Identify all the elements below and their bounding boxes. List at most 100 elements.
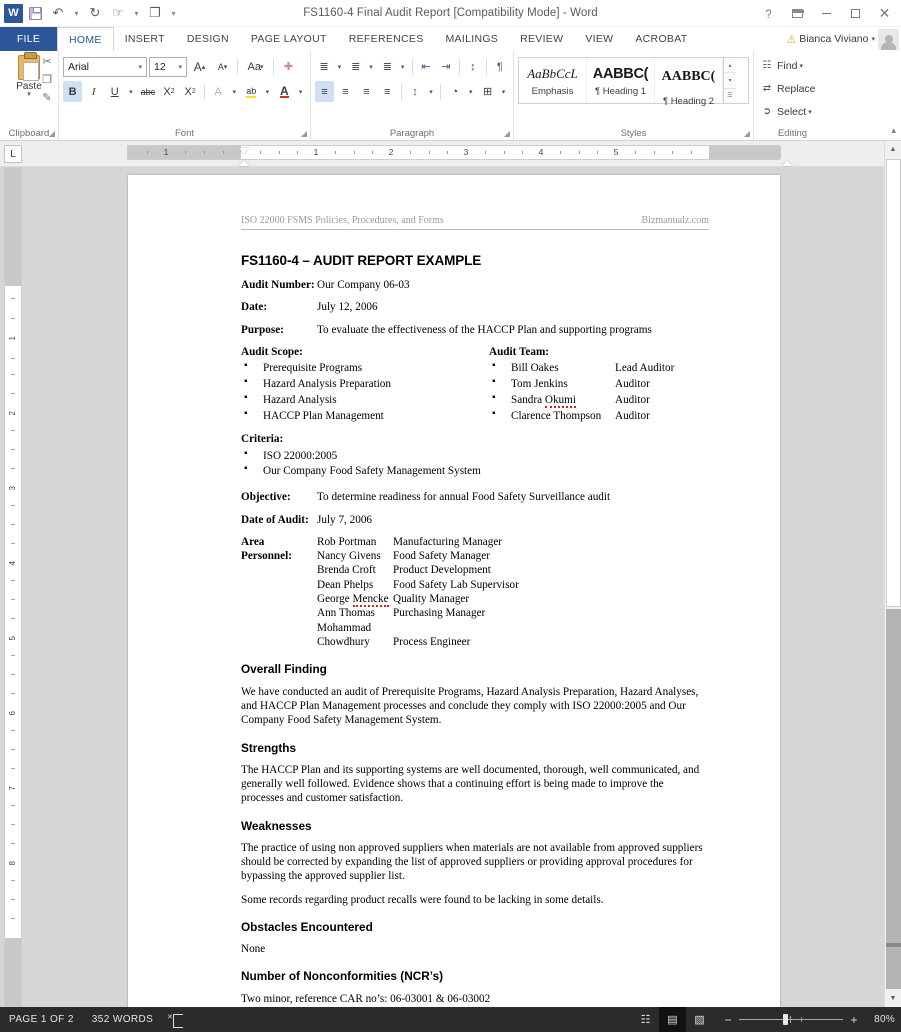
sort-icon[interactable]: ↕ bbox=[464, 56, 482, 77]
bullets-icon[interactable]: ≣ bbox=[315, 56, 333, 77]
tab-insert[interactable]: INSERT bbox=[114, 27, 176, 51]
clear-formatting-icon[interactable]: ✚ bbox=[278, 56, 299, 77]
tab-stop-selector[interactable]: L bbox=[4, 145, 22, 163]
font-color-dropdown-icon[interactable]: ▾ bbox=[296, 81, 306, 102]
scroll-up-icon[interactable]: ▲ bbox=[885, 141, 901, 158]
redo-icon[interactable]: ↻ bbox=[84, 2, 106, 24]
zoom-slider-thumb[interactable] bbox=[783, 1014, 788, 1025]
style-heading-1[interactable]: AABBC( ¶ Heading 1 bbox=[587, 58, 655, 103]
highlight-dropdown-icon[interactable]: ▾ bbox=[263, 81, 273, 102]
shrink-font-icon[interactable]: A ▾ bbox=[212, 56, 233, 77]
show-formatting-marks-icon[interactable]: ¶ bbox=[491, 56, 509, 77]
styles-scroll-down-icon[interactable]: ▾ bbox=[724, 73, 736, 89]
find-dropdown-icon[interactable]: ▾ bbox=[799, 62, 803, 70]
vertical-ruler[interactable]: 1 2 3 4 5 6 7 8 bbox=[4, 167, 22, 1007]
zoom-out-button[interactable]: − bbox=[723, 1013, 733, 1027]
proofing-status[interactable] bbox=[162, 1014, 182, 1025]
chevron-down-icon[interactable]: ▾ bbox=[136, 63, 144, 71]
decrease-indent-icon[interactable]: ⇤ bbox=[417, 56, 435, 77]
shading-dropdown-icon[interactable]: ▾ bbox=[466, 81, 476, 102]
paragraph-dialog-launcher[interactable]: ◢ bbox=[504, 129, 510, 138]
scrollbar-track[interactable] bbox=[886, 609, 901, 989]
minimize-icon[interactable] bbox=[812, 1, 841, 27]
numbering-dropdown-icon[interactable]: ▾ bbox=[367, 56, 377, 77]
cut-icon[interactable]: ✂ bbox=[40, 54, 54, 68]
align-center-icon[interactable]: ≡ bbox=[336, 81, 355, 102]
font-name-input[interactable]: Arial ▾ bbox=[63, 56, 147, 77]
align-right-icon[interactable]: ≡ bbox=[357, 81, 376, 102]
word-count[interactable]: 352 WORDS bbox=[83, 1014, 162, 1025]
tab-references[interactable]: REFERENCES bbox=[338, 27, 435, 51]
touch-dropdown-icon[interactable]: ▾ bbox=[130, 2, 143, 24]
zoom-slider[interactable] bbox=[739, 1014, 843, 1025]
select-dropdown-icon[interactable]: ▾ bbox=[808, 108, 812, 116]
page-content[interactable]: ISO 22000 FSMS Policies, Procedures, and… bbox=[241, 215, 709, 1007]
first-line-indent-marker[interactable] bbox=[239, 148, 249, 154]
undo-dropdown-icon[interactable]: ▾ bbox=[70, 2, 83, 24]
increase-indent-icon[interactable]: ⇥ bbox=[437, 56, 455, 77]
tab-home[interactable]: HOME bbox=[57, 27, 114, 51]
ribbon-options-icon[interactable] bbox=[783, 1, 812, 27]
page-indicator[interactable]: PAGE 1 OF 2 bbox=[0, 1014, 83, 1025]
read-mode-button[interactable]: ☷ bbox=[632, 1007, 659, 1032]
style-emphasis[interactable]: AaBbCcL Emphasis bbox=[519, 58, 587, 103]
clipboard-dialog-launcher[interactable]: ◢ bbox=[49, 129, 55, 138]
font-size-input[interactable]: 12 ▾ bbox=[149, 56, 187, 77]
underline-dropdown-icon[interactable]: ▾ bbox=[126, 81, 136, 102]
close-icon[interactable]: ✕ bbox=[870, 1, 899, 27]
touch-pointer-icon[interactable]: ☞ bbox=[107, 2, 129, 24]
strikethrough-button[interactable]: abc bbox=[138, 81, 157, 102]
document-page[interactable]: ISO 22000 FSMS Policies, Procedures, and… bbox=[128, 175, 780, 1007]
style-heading-2[interactable]: AABBC( ¶ Heading 2 bbox=[655, 58, 723, 107]
tab-mailings[interactable]: MAILINGS bbox=[435, 27, 510, 51]
scrollbar-thumb[interactable] bbox=[886, 159, 901, 607]
undo-icon[interactable]: ↶ bbox=[47, 2, 69, 24]
borders-icon[interactable]: ⊞ bbox=[478, 81, 497, 102]
collapse-ribbon-icon[interactable]: ▴ bbox=[891, 125, 896, 136]
font-dialog-launcher[interactable]: ◢ bbox=[301, 129, 307, 138]
hanging-indent-marker[interactable] bbox=[239, 160, 249, 166]
print-layout-button[interactable]: ▤ bbox=[659, 1007, 686, 1032]
highlight-color-icon[interactable]: ab bbox=[242, 81, 261, 102]
shading-icon[interactable]: ◔ bbox=[445, 81, 464, 102]
subscript-button[interactable]: X2 bbox=[159, 81, 178, 102]
tab-acrobat[interactable]: ACROBAT bbox=[624, 27, 698, 51]
scroll-down-icon[interactable]: ▼ bbox=[885, 990, 901, 1007]
web-layout-button[interactable]: ▧ bbox=[686, 1007, 713, 1032]
text-effects-icon[interactable]: A bbox=[209, 81, 228, 102]
select-button[interactable]: ➲ Select ▾ bbox=[758, 101, 827, 122]
multilevel-list-icon[interactable]: ≣ bbox=[378, 56, 396, 77]
avatar[interactable] bbox=[878, 28, 899, 50]
zoom-in-button[interactable]: + bbox=[849, 1013, 859, 1027]
account-dropdown-icon[interactable]: ▾ bbox=[871, 35, 875, 43]
ruler-track[interactable]: 1 1 2 3 4 5 bbox=[127, 145, 792, 171]
customize-qat-icon[interactable]: ▾ bbox=[167, 2, 180, 24]
horizontal-ruler[interactable]: L 1 1 2 3 4 5 bbox=[0, 141, 901, 171]
multilevel-dropdown-icon[interactable]: ▾ bbox=[398, 56, 408, 77]
text-effects-dropdown-icon[interactable]: ▾ bbox=[230, 81, 240, 102]
numbering-icon[interactable]: ≣ bbox=[347, 56, 365, 77]
justify-icon[interactable]: ≡ bbox=[378, 81, 397, 102]
user-name[interactable]: Bianca Viviano bbox=[799, 33, 868, 45]
replace-button[interactable]: ⇄ Replace bbox=[758, 78, 827, 99]
align-left-icon[interactable]: ≡ bbox=[315, 81, 334, 102]
zoom-level[interactable]: 80% bbox=[865, 1014, 895, 1025]
underline-button[interactable]: U bbox=[105, 81, 124, 102]
help-icon[interactable]: ? bbox=[754, 1, 783, 27]
tab-review[interactable]: REVIEW bbox=[509, 27, 574, 51]
find-button[interactable]: ☷ Find ▾ bbox=[758, 55, 827, 76]
superscript-button[interactable]: X2 bbox=[181, 81, 200, 102]
tab-design[interactable]: DESIGN bbox=[176, 27, 240, 51]
paste-dropdown-icon[interactable]: ▾ bbox=[27, 91, 31, 98]
word-app-icon[interactable]: W bbox=[4, 3, 23, 23]
borders-dropdown-icon[interactable]: ▾ bbox=[499, 81, 509, 102]
document-canvas[interactable]: ISO 22000 FSMS Policies, Procedures, and… bbox=[23, 167, 883, 1007]
vertical-scrollbar[interactable]: ▲ ▼ bbox=[884, 141, 901, 1007]
line-spacing-dropdown-icon[interactable]: ▾ bbox=[427, 81, 437, 102]
right-indent-marker[interactable] bbox=[782, 160, 792, 166]
italic-button[interactable]: I bbox=[84, 81, 103, 102]
bold-button[interactable]: B bbox=[63, 81, 83, 102]
copy-icon[interactable]: ❐ bbox=[144, 2, 166, 24]
bullets-dropdown-icon[interactable]: ▾ bbox=[335, 56, 345, 77]
tab-file[interactable]: FILE bbox=[0, 27, 57, 51]
